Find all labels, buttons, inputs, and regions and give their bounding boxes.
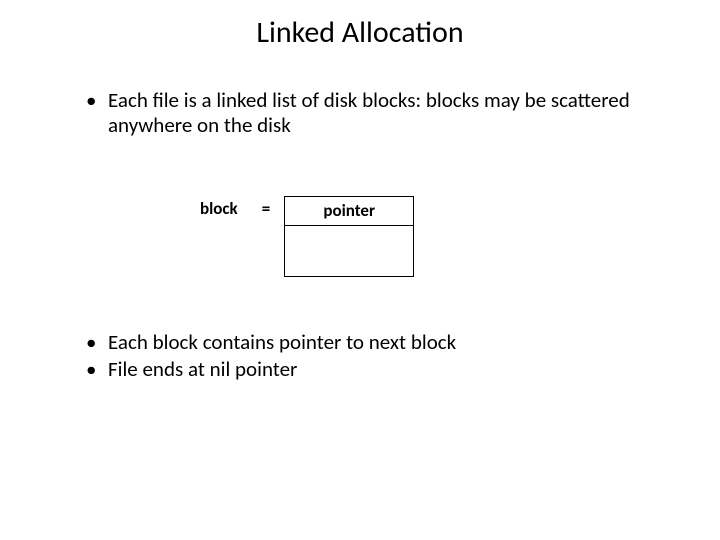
list-item: Each file is a linked list of disk block… xyxy=(80,88,660,138)
block-box: pointer xyxy=(284,196,414,277)
slide-title: Linked Allocation xyxy=(0,14,720,51)
block-label: block xyxy=(200,198,238,219)
data-cell xyxy=(285,226,413,276)
bottom-bullet-list: Each block contains pointer to next bloc… xyxy=(80,330,660,384)
block-diagram: block = pointer xyxy=(200,196,414,277)
pointer-cell: pointer xyxy=(285,197,413,226)
list-item: File ends at nil pointer xyxy=(80,357,660,382)
list-item: Each block contains pointer to next bloc… xyxy=(80,330,660,355)
slide: Linked Allocation Each file is a linked … xyxy=(0,0,720,540)
equals-sign: = xyxy=(262,198,270,219)
top-bullet-list: Each file is a linked list of disk block… xyxy=(80,88,660,140)
